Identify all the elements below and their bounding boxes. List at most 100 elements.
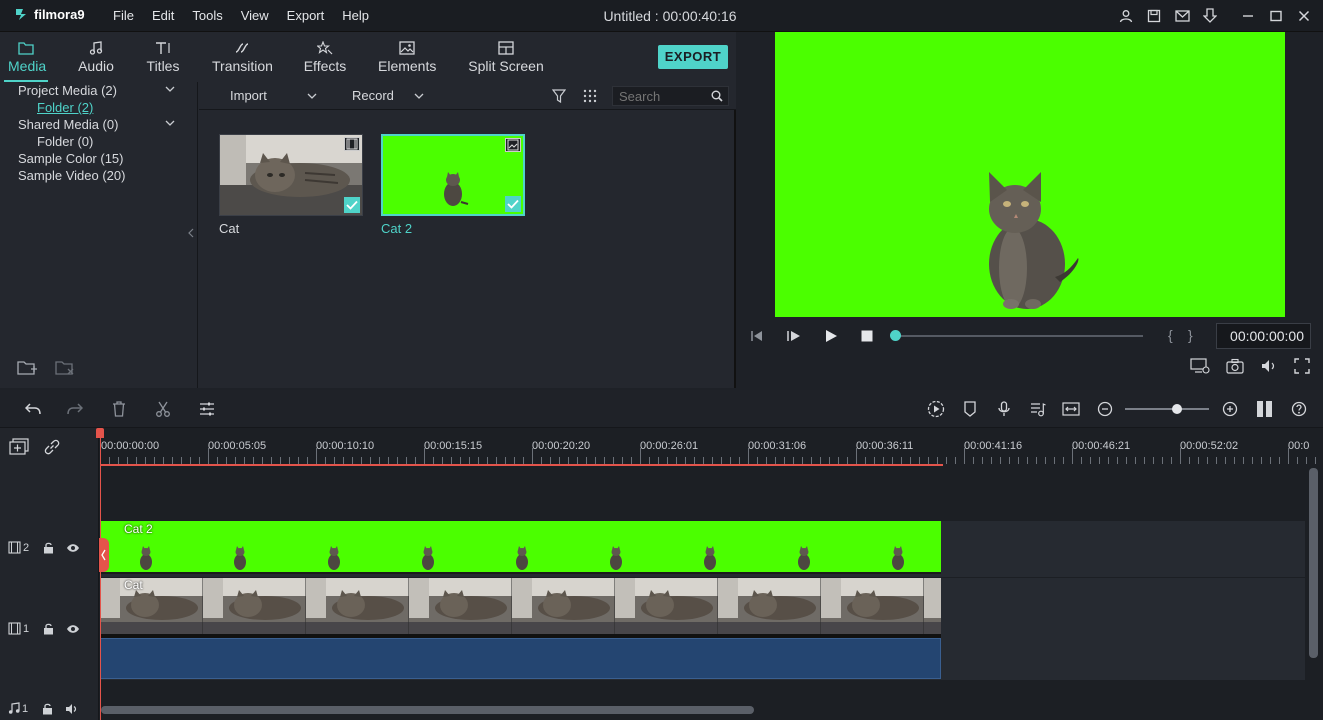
media-thumbnail-cat-2[interactable] — [381, 134, 525, 216]
redo-icon[interactable] — [66, 400, 84, 418]
save-icon[interactable] — [1145, 7, 1163, 25]
tab-media[interactable]: Media — [4, 38, 48, 82]
folder-project-subfolder[interactable]: Folder (2) — [37, 100, 93, 115]
play-icon[interactable] — [824, 329, 838, 343]
menu-help[interactable]: Help — [333, 0, 378, 32]
track-number: 1 — [22, 702, 29, 715]
tab-audio[interactable]: Audio — [78, 38, 114, 74]
collapse-panel-icon[interactable] — [188, 228, 194, 238]
search-icon[interactable] — [711, 90, 723, 102]
mark-out-icon[interactable]: } — [1188, 327, 1193, 343]
display-settings-icon[interactable] — [1190, 358, 1210, 374]
timeline-audio-waveform[interactable] — [100, 638, 941, 679]
maximize-icon[interactable] — [1267, 7, 1285, 25]
chevron-down-icon — [307, 92, 317, 100]
playhead-line[interactable] — [100, 428, 101, 720]
play-frame-icon[interactable] — [786, 329, 802, 343]
mark-in-icon[interactable]: { — [1168, 327, 1173, 343]
snapshot-icon[interactable] — [1226, 358, 1244, 374]
search-input[interactable] — [613, 87, 709, 105]
lock-icon[interactable] — [43, 542, 54, 554]
help-icon[interactable] — [1290, 400, 1308, 418]
grid-view-icon[interactable] — [583, 89, 597, 103]
fit-timeline-icon[interactable] — [1062, 400, 1080, 418]
speaker-icon[interactable] — [65, 703, 79, 715]
zoom-slider[interactable] — [1125, 408, 1209, 410]
vertical-scrollbar[interactable] — [1309, 468, 1318, 658]
download-icon[interactable] — [1201, 7, 1219, 25]
menu-bar: File Edit Tools View Export Help — [104, 0, 378, 32]
lock-icon[interactable] — [43, 623, 54, 635]
playback-scrubber[interactable] — [893, 335, 1143, 337]
cat-green-screen-thumbnail — [383, 136, 523, 214]
folder-tree: Project Media (2) Folder (2) Shared Medi… — [0, 82, 198, 388]
link-icon[interactable] — [43, 438, 61, 456]
add-folder-icon[interactable] — [17, 360, 37, 376]
close-icon[interactable] — [1295, 7, 1313, 25]
render-preview-icon[interactable] — [927, 400, 945, 418]
folder-shared-media[interactable]: Shared Media (0) — [18, 117, 118, 132]
fullscreen-icon[interactable] — [1294, 358, 1310, 374]
filter-icon[interactable] — [552, 89, 566, 103]
tab-audio-label: Audio — [78, 58, 114, 74]
folder-sample-color[interactable]: Sample Color (15) — [18, 151, 124, 166]
minimize-icon[interactable] — [1239, 7, 1257, 25]
mail-icon[interactable] — [1173, 7, 1191, 25]
record-dropdown[interactable]: Record — [352, 88, 424, 103]
delete-icon[interactable] — [110, 400, 128, 418]
tab-elements[interactable]: Elements — [378, 38, 436, 74]
adjust-icon[interactable] — [198, 400, 216, 418]
export-button[interactable]: EXPORT — [658, 45, 728, 69]
chevron-down-icon[interactable] — [165, 85, 175, 93]
zoom-out-icon[interactable] — [1096, 400, 1114, 418]
menu-file[interactable]: File — [104, 0, 143, 32]
horizontal-scrollbar[interactable] — [101, 706, 754, 714]
cut-icon[interactable] — [154, 400, 172, 418]
audio-mixer-icon[interactable] — [1029, 400, 1047, 418]
timeline-clip-cat[interactable]: Cat — [100, 578, 941, 638]
window-title: Untitled : 00:00:40:16 — [603, 8, 737, 24]
add-track-icon[interactable] — [9, 438, 29, 456]
transition-icon — [212, 38, 272, 58]
tab-split-screen[interactable]: Split Screen — [468, 38, 544, 74]
import-label: Import — [230, 88, 267, 103]
import-dropdown[interactable]: Import — [230, 88, 317, 103]
media-toolbar: Import Record — [199, 82, 736, 110]
ruler-tick-label: 00:00:15:15 — [424, 440, 483, 452]
delete-folder-icon[interactable] — [55, 360, 75, 376]
tab-effects[interactable]: Effects — [302, 38, 348, 74]
folder-shared-subfolder[interactable]: Folder (0) — [37, 134, 93, 149]
menu-tools[interactable]: Tools — [183, 0, 231, 32]
volume-icon[interactable] — [1260, 358, 1278, 374]
stop-icon[interactable] — [860, 329, 874, 343]
ruler-tick-label: 00:00:26:01 — [640, 440, 699, 452]
account-icon[interactable] — [1117, 7, 1135, 25]
chevron-down-icon[interactable] — [165, 119, 175, 127]
media-label-cat-2: Cat 2 — [381, 221, 413, 236]
media-thumbnail-cat[interactable] — [219, 134, 363, 216]
track-header-video-2: 2 — [8, 541, 80, 554]
timeline-clip-cat-2[interactable]: Cat 2 — [100, 521, 941, 574]
track-headers: 2 1 1 — [0, 428, 99, 720]
eye-icon[interactable] — [66, 543, 80, 553]
tab-transition[interactable]: Transition — [212, 38, 273, 74]
zoom-slider-handle[interactable] — [1172, 404, 1182, 414]
cat-video-thumbnail — [220, 135, 362, 215]
undo-icon[interactable] — [24, 400, 42, 418]
folder-project-media[interactable]: Project Media (2) — [18, 83, 117, 98]
menu-view[interactable]: View — [232, 0, 278, 32]
zoom-in-icon[interactable] — [1221, 400, 1239, 418]
tab-titles[interactable]: Titles — [144, 38, 182, 74]
menu-edit[interactable]: Edit — [143, 0, 183, 32]
marker-icon[interactable] — [961, 400, 979, 418]
lock-icon[interactable] — [42, 703, 53, 715]
timeline-ruler[interactable]: 00:00:00:00 00:00:05:05 00:00:10:10 00:0… — [100, 428, 1323, 466]
menu-export[interactable]: Export — [278, 0, 334, 32]
eye-icon[interactable] — [66, 624, 80, 634]
folder-sample-video[interactable]: Sample Video (20) — [18, 168, 125, 183]
playhead-handle[interactable] — [96, 428, 104, 438]
step-back-icon[interactable] — [750, 329, 764, 343]
microphone-icon[interactable] — [995, 400, 1013, 418]
scrubber-handle[interactable] — [890, 330, 901, 341]
columns-view-icon[interactable] — [1256, 400, 1274, 418]
